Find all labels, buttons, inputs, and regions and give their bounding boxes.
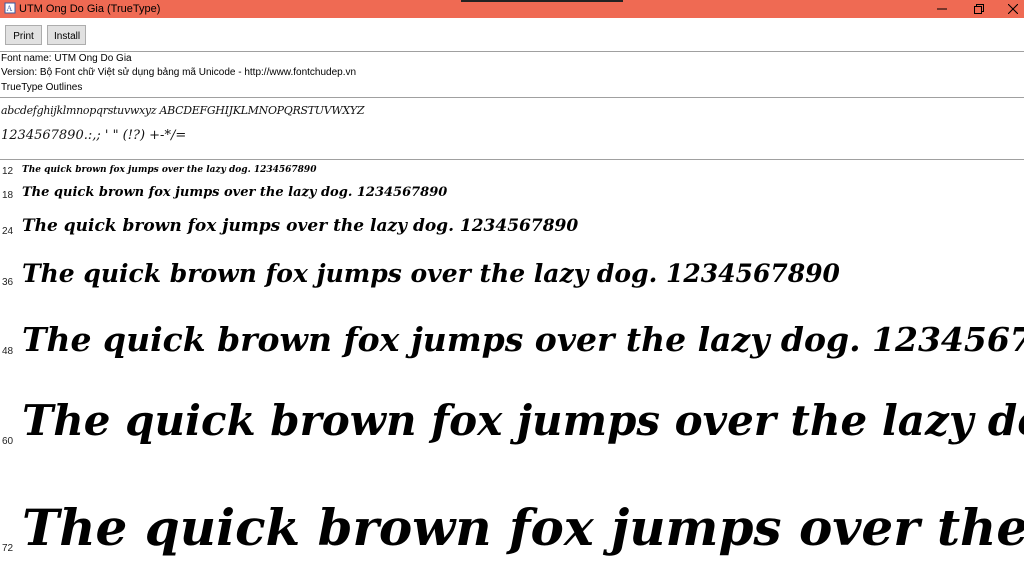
sample-text: The quick brown fox jumps over the lazy … xyxy=(22,165,317,175)
sample-size-label: 60 xyxy=(2,436,14,447)
font-version-label: Version: Bộ Font chữ Việt sử dụng bảng m… xyxy=(1,67,357,78)
divider xyxy=(0,159,1024,160)
close-button[interactable] xyxy=(996,0,1024,18)
restore-button[interactable] xyxy=(962,0,996,18)
install-button[interactable]: Install xyxy=(47,25,86,45)
sample-text: The quick brown fox jumps over the lazy … xyxy=(22,185,448,200)
title-bar: A UTM Ong Do Gia (TrueType) xyxy=(0,0,1024,18)
sample-size-label: 72 xyxy=(2,543,14,554)
print-button[interactable]: Print xyxy=(5,25,42,45)
window-title: UTM Ong Do Gia (TrueType) xyxy=(19,3,161,15)
sample-text: The quick brown fox jumps over the lazy … xyxy=(22,498,1024,557)
sample-size-label: 12 xyxy=(2,166,14,177)
restore-icon xyxy=(974,4,984,14)
sample-size-label: 36 xyxy=(2,277,14,288)
toolbar: Print Install xyxy=(0,18,1024,50)
minimize-icon xyxy=(937,8,947,10)
font-file-icon: A xyxy=(4,2,16,14)
sample-size-label: 18 xyxy=(2,190,14,201)
sample-text: The quick brown fox jumps over the lazy … xyxy=(22,259,840,288)
sample-size-label: 48 xyxy=(2,346,14,357)
font-name-label: Font name: UTM Ong Do Gia xyxy=(1,53,132,64)
charset-symbols: 1234567890.:,; ' " (!?) +-*/= xyxy=(1,128,187,143)
svg-text:A: A xyxy=(7,4,13,13)
titlebar-accent xyxy=(461,0,623,2)
font-outline-type: TrueType Outlines xyxy=(1,82,83,93)
sample-text: The quick brown fox jumps over the lazy … xyxy=(22,320,1024,359)
close-icon xyxy=(1008,4,1018,14)
charset-letters: abcdefghijklmnopqrstuvwxyz ABCDEFGHIJKLM… xyxy=(1,104,365,117)
sample-text: The quick brown fox jumps over the lazy … xyxy=(22,216,579,236)
minimize-button[interactable] xyxy=(925,0,959,18)
sample-size-label: 24 xyxy=(2,226,14,237)
divider xyxy=(0,97,1024,98)
sample-text: The quick brown fox jumps over the lazy … xyxy=(22,396,1024,445)
divider xyxy=(0,51,1024,52)
